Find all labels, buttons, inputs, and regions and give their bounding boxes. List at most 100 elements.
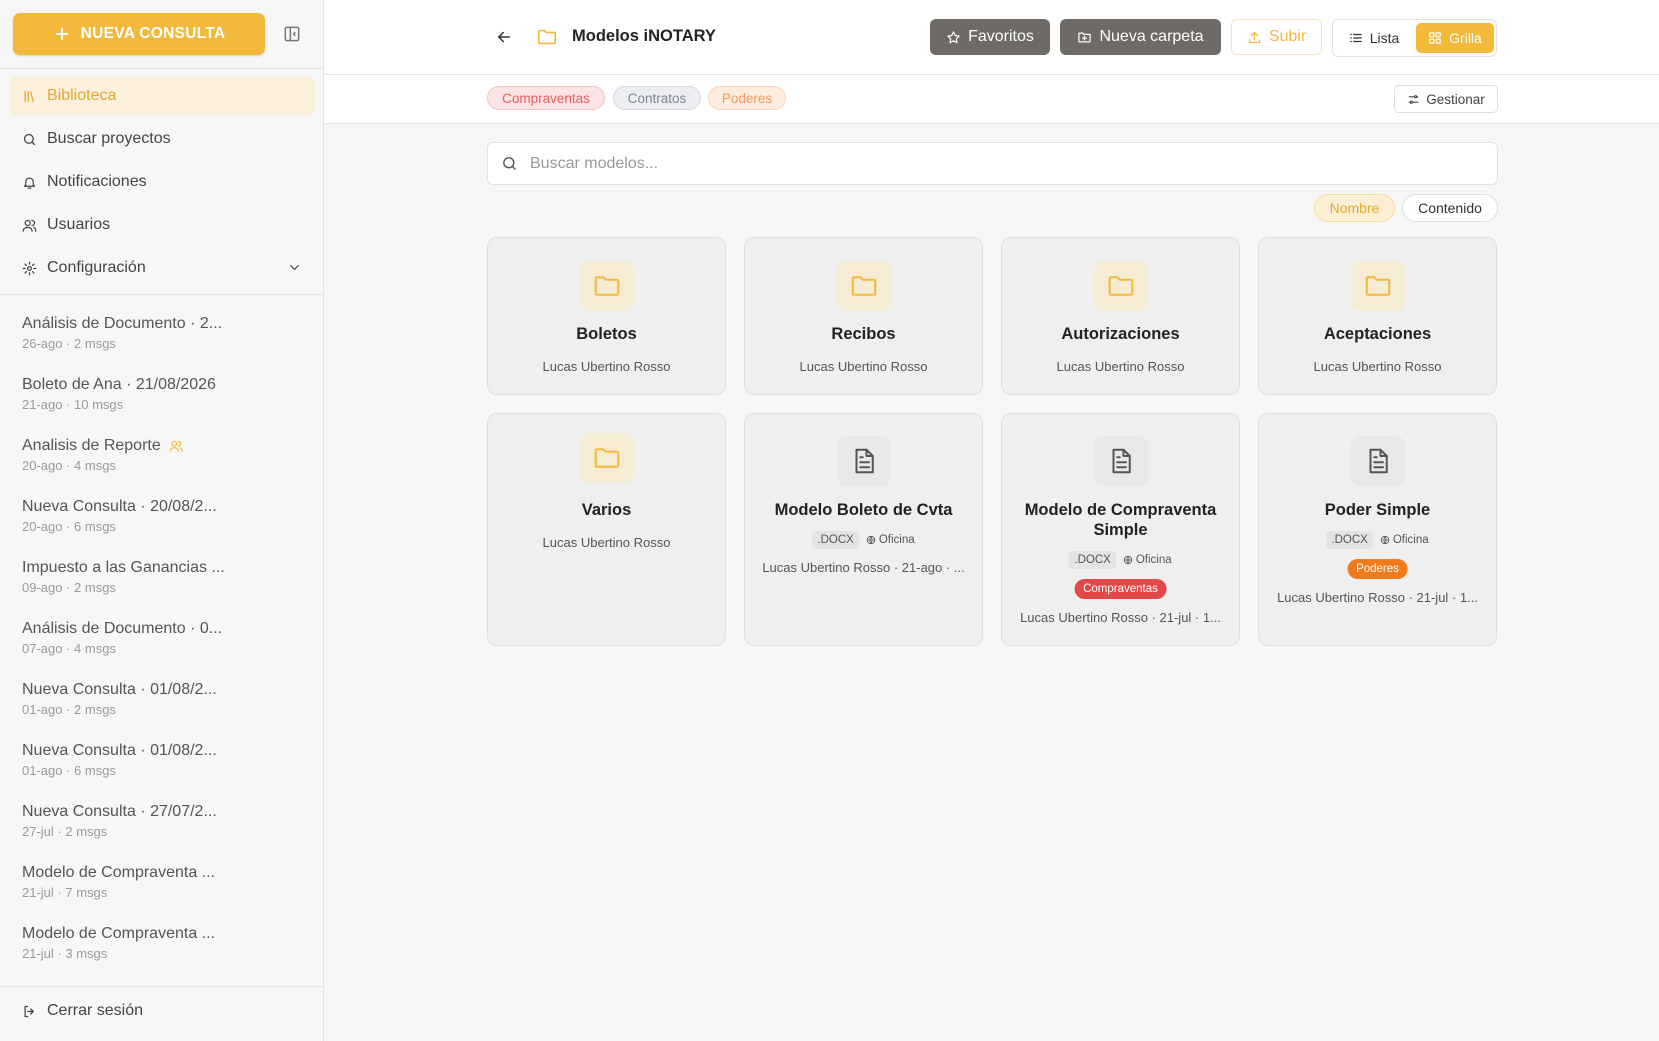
back-arrow-icon[interactable]: [495, 28, 513, 46]
folder-icon: [837, 261, 891, 311]
card-title: Modelo de Compraventa Simple: [1024, 501, 1217, 539]
history-item[interactable]: Analisis de Reporte 20-ago · 4 msgs: [22, 437, 262, 473]
nav-item-notificaciones[interactable]: Notificaciones: [9, 162, 315, 202]
card-owner: Lucas Ubertino Rosso: [1056, 359, 1185, 374]
card-title: Varios: [581, 501, 632, 519]
history-title: Modelo de Compraventa ...: [22, 925, 215, 942]
top-bar: Modelos iNOTARY Favoritos Nueva carpeta …: [324, 0, 1659, 75]
search-icon: [503, 157, 516, 170]
gear-icon: [22, 261, 37, 275]
history-title: Analisis de Reporte: [22, 437, 161, 454]
new-folder-label: Nueva carpeta: [1099, 28, 1204, 45]
document-card[interactable]: Modelo de Compraventa Simple .DOCX Ofici…: [1001, 413, 1240, 646]
history-meta: 01-ago · 6 msgs: [22, 763, 116, 778]
favorites-label: Favoritos: [968, 28, 1034, 45]
manage-tags-button[interactable]: Gestionar: [1394, 85, 1498, 113]
favorites-button[interactable]: Favoritos: [930, 19, 1050, 55]
card-owner: Lucas Ubertino Rosso: [542, 359, 671, 374]
scope-text: Oficina: [1135, 554, 1172, 566]
history-title: Análisis de Documento · 0...: [22, 620, 223, 637]
folder-icon: [580, 433, 634, 483]
list-icon: [1349, 33, 1362, 43]
nav-label: Buscar proyectos: [47, 130, 171, 147]
history-meta: 21-jul · 3 msgs: [22, 946, 108, 961]
history-item[interactable]: Modelo de Compraventa ... 21-jul · 7 msgs: [22, 864, 262, 900]
card-title: Recibos: [831, 325, 896, 343]
card-meta: .DOCX Oficina: [1002, 551, 1239, 569]
history-item[interactable]: Impuesto a las Ganancias ... 09-ago · 2 m…: [22, 559, 262, 595]
library-icon: [24, 90, 34, 102]
search-input[interactable]: [530, 154, 1430, 173]
logout-label: Cerrar sesión: [47, 1002, 144, 1019]
history-item[interactable]: Análisis de Documento · 0... 07-ago · 4 m…: [22, 620, 262, 656]
card-meta: .DOCX Oficina: [745, 531, 982, 549]
history-item[interactable]: Nueva Consulta · 01/08/2... 01-ago · 6 ms…: [22, 742, 262, 778]
divider: [0, 986, 324, 987]
new-folder-button[interactable]: Nueva carpeta: [1060, 19, 1221, 55]
search-bar: [487, 142, 1498, 185]
card-footer: Lucas Ubertino Rosso · 21-jul · 1...: [1020, 610, 1221, 625]
sliders-icon: [1408, 94, 1419, 104]
filter-name-button[interactable]: Nombre: [1314, 194, 1395, 222]
history-item[interactable]: Análisis de Documento · 2... 26-ago · 2 m…: [22, 315, 262, 351]
sidebar: NUEVA CONSULTA Biblioteca Buscar proyect…: [0, 0, 324, 1041]
document-icon: [1351, 436, 1405, 486]
scope-label: Oficina: [1123, 554, 1172, 566]
file-type-badge: .DOCX: [1326, 531, 1373, 549]
tag-contratos[interactable]: Contratos: [613, 86, 701, 110]
upload-button[interactable]: Subir: [1231, 19, 1322, 55]
globe-icon: [866, 535, 875, 545]
history-title: Análisis de Documento · 2...: [22, 315, 223, 332]
upload-label: Subir: [1268, 28, 1307, 45]
folder-card[interactable]: Boletos Lucas Ubertino Rosso: [487, 237, 726, 395]
nav-item-configuracion[interactable]: Configuración: [9, 248, 315, 288]
history-meta: 27-jul · 2 msgs: [22, 824, 108, 839]
document-card[interactable]: Modelo Boleto de Cvta .DOCX Oficina Luca…: [744, 413, 983, 646]
star-icon: [947, 30, 960, 43]
manage-label: Gestionar: [1426, 91, 1485, 107]
folder-card[interactable]: Autorizaciones Lucas Ubertino Rosso: [1001, 237, 1240, 395]
history-item[interactable]: Boleto de Ana · 21/08/2026 21-ago · 10 ms…: [22, 376, 262, 412]
folder-card[interactable]: Aceptaciones Lucas Ubertino Rosso: [1258, 237, 1497, 395]
history-meta: 21-jul · 7 msgs: [22, 885, 108, 900]
history-title-row: Analisis de Reporte: [22, 437, 262, 455]
new-consultation-button[interactable]: NUEVA CONSULTA: [13, 13, 265, 55]
history-meta: 20-ago · 6 msgs: [22, 519, 116, 534]
users-icon: [22, 219, 37, 232]
history-meta: 07-ago · 4 msgs: [22, 641, 116, 656]
logout-button[interactable]: Cerrar sesión: [9, 991, 315, 1031]
document-icon: [837, 436, 891, 486]
folder-plus-icon: [1078, 32, 1092, 42]
plus-icon: [55, 27, 68, 41]
history-meta: 09-ago · 2 msgs: [22, 580, 116, 595]
nav-item-usuarios[interactable]: Usuarios: [9, 205, 315, 245]
tag-compraventas[interactable]: Compraventas: [487, 86, 605, 110]
search-icon: [23, 133, 36, 145]
history-meta: 01-ago · 2 msgs: [22, 702, 116, 717]
nav-item-buscar-proyectos[interactable]: Buscar proyectos: [9, 119, 315, 159]
nav-item-biblioteca[interactable]: Biblioteca: [9, 76, 315, 116]
document-card[interactable]: Poder Simple .DOCX Oficina Poderes Lucas…: [1258, 413, 1497, 646]
file-type-badge: .DOCX: [812, 531, 859, 549]
folder-icon: [1094, 261, 1148, 311]
folder-icon: [537, 29, 557, 45]
new-consultation-label: NUEVA CONSULTA: [80, 25, 226, 42]
grid-view-button[interactable]: Grilla: [1416, 23, 1494, 53]
list-view-button[interactable]: Lista: [1337, 23, 1411, 53]
folder-card[interactable]: Recibos Lucas Ubertino Rosso: [744, 237, 983, 395]
page-title: Modelos iNOTARY: [572, 27, 716, 45]
history-title: Modelo de Compraventa ...: [22, 864, 215, 881]
history-meta: 26-ago · 2 msgs: [22, 336, 116, 351]
tag-poderes[interactable]: Poderes: [708, 86, 786, 110]
main-content: Modelos iNOTARY Favoritos Nueva carpeta …: [324, 0, 1659, 1041]
history-item[interactable]: Modelo de Compraventa ... 21-jul · 3 msgs: [22, 925, 262, 961]
history-item[interactable]: Nueva Consulta · 27/07/2... 27-jul · 2 ms…: [22, 803, 262, 839]
filter-content-button[interactable]: Contenido: [1402, 194, 1498, 222]
history-item[interactable]: Nueva Consulta · 01/08/2... 01-ago · 2 ms…: [22, 681, 262, 717]
history-item[interactable]: Nueva Consulta · 20/08/2... 20-ago · 6 ms…: [22, 498, 262, 534]
folder-card[interactable]: Varios Lucas Ubertino Rosso: [487, 413, 726, 646]
view-toggle: Lista Grilla: [1332, 19, 1497, 57]
card-tag: Poderes: [1347, 559, 1408, 579]
sidebar-collapse-icon[interactable]: [282, 24, 302, 44]
card-title: Aceptaciones: [1323, 325, 1432, 343]
